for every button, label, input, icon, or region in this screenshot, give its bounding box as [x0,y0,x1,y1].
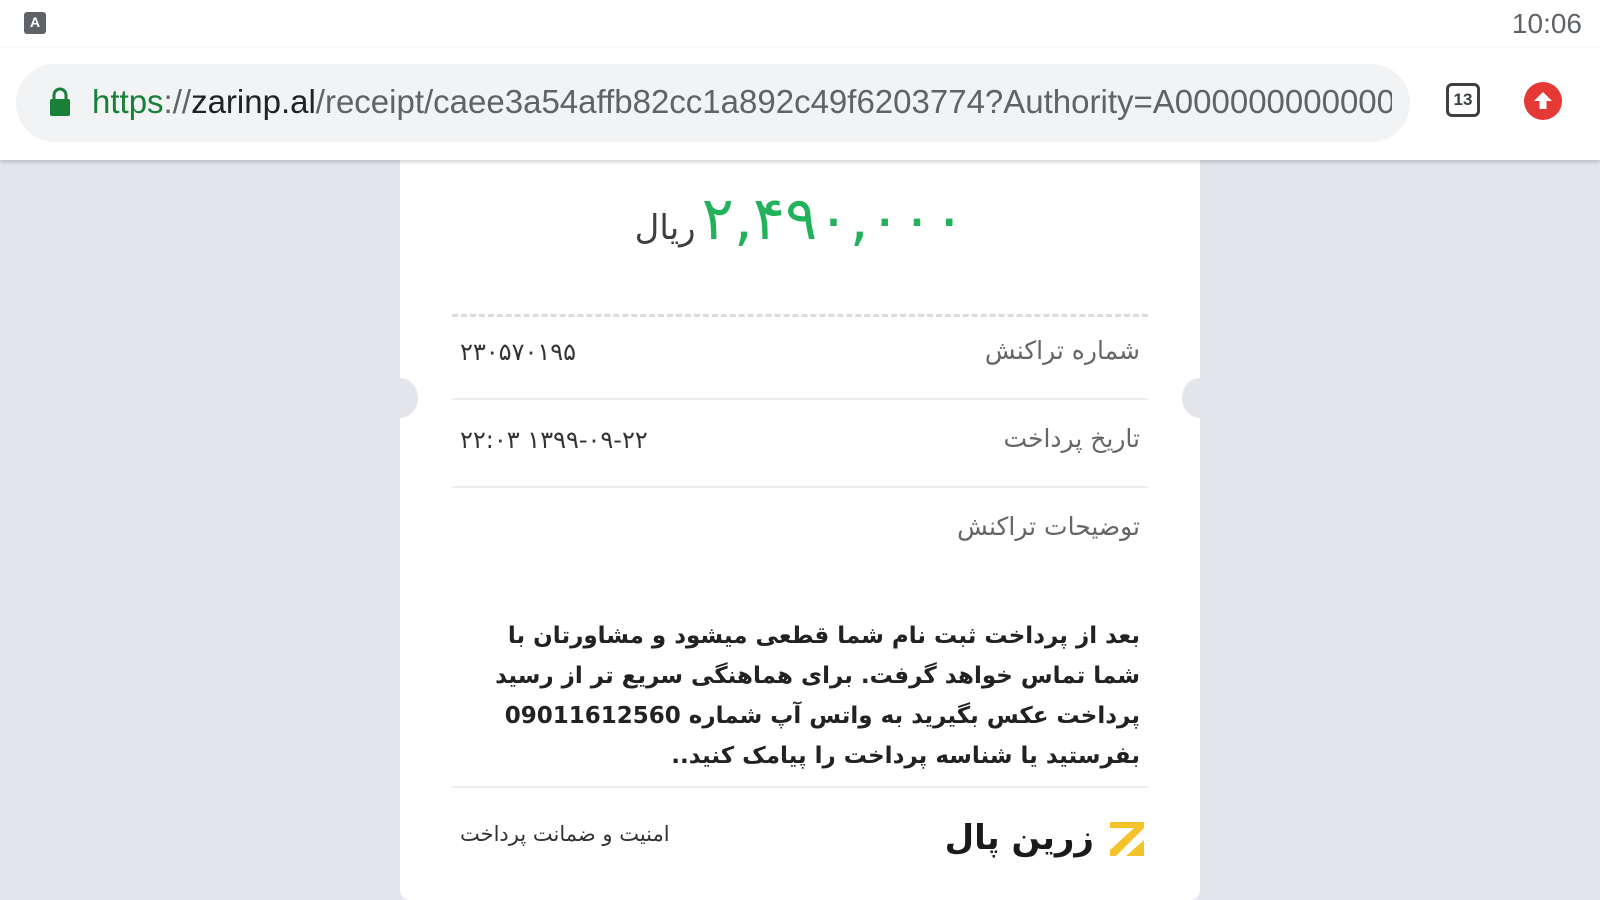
payment-date-label: تاریخ پرداخت [1003,424,1140,453]
row-divider [452,486,1148,488]
amount-row: ۲,۴۹۰,۰۰۰ریال [400,184,1200,254]
address-bar[interactable]: https://zarinp.al/receipt/caee3a54affb82… [16,64,1410,142]
card-notch-left [382,378,418,418]
url-host: zarinp.al [191,83,316,120]
app-notification-icon: A [24,12,46,34]
transaction-description: بعد از پرداخت ثبت نام شما قطعی میشود و م… [495,623,1140,769]
browser-toolbar: https://zarinp.al/receipt/caee3a54affb82… [0,48,1600,160]
tab-switcher-button[interactable]: 13 [1446,83,1480,117]
transaction-number-value: ۲۳۰۵۷۰۱۹۵ [460,338,577,366]
amount-currency: ریال [634,208,696,248]
arrow-up-icon [1534,92,1552,109]
description-label: توضیحات تراکنش [957,512,1140,541]
transaction-number-label: شماره تراکنش [984,336,1140,365]
amount-value: ۲,۴۹۰,۰۰۰ [701,184,966,254]
url-scheme: https [92,83,164,120]
payment-date-value: ۱۳۹۹-۰۹-۲۲ ۲۲:۰۳ [460,426,648,454]
status-time: 10:06 [1511,8,1582,39]
dashed-divider [452,314,1148,317]
update-button[interactable] [1524,82,1562,120]
url-path: /receipt/caee3a54affb82cc1a892c49f620377… [315,83,1392,120]
card-notch-right [1182,378,1218,418]
url-separator: :// [163,83,192,120]
zarinpal-mark-icon [1110,822,1144,856]
receipt-card: ۲,۴۹۰,۰۰۰ریال شماره تراکنش ۲۳۰۵۷۰۱۹۵ تار… [382,160,1218,900]
row-divider [452,398,1148,400]
security-guarantee-text: امنیت و ضمانت پرداخت [460,822,670,846]
status-bar: A 10:06 [0,0,1600,48]
url-text[interactable]: https://zarinp.al/receipt/caee3a54affb82… [92,80,1392,124]
lock-icon [50,87,70,116]
footer-divider [452,786,1148,788]
zarinpal-logo: زرین پال [944,816,1144,860]
brand-name: زرین پال [944,818,1094,858]
